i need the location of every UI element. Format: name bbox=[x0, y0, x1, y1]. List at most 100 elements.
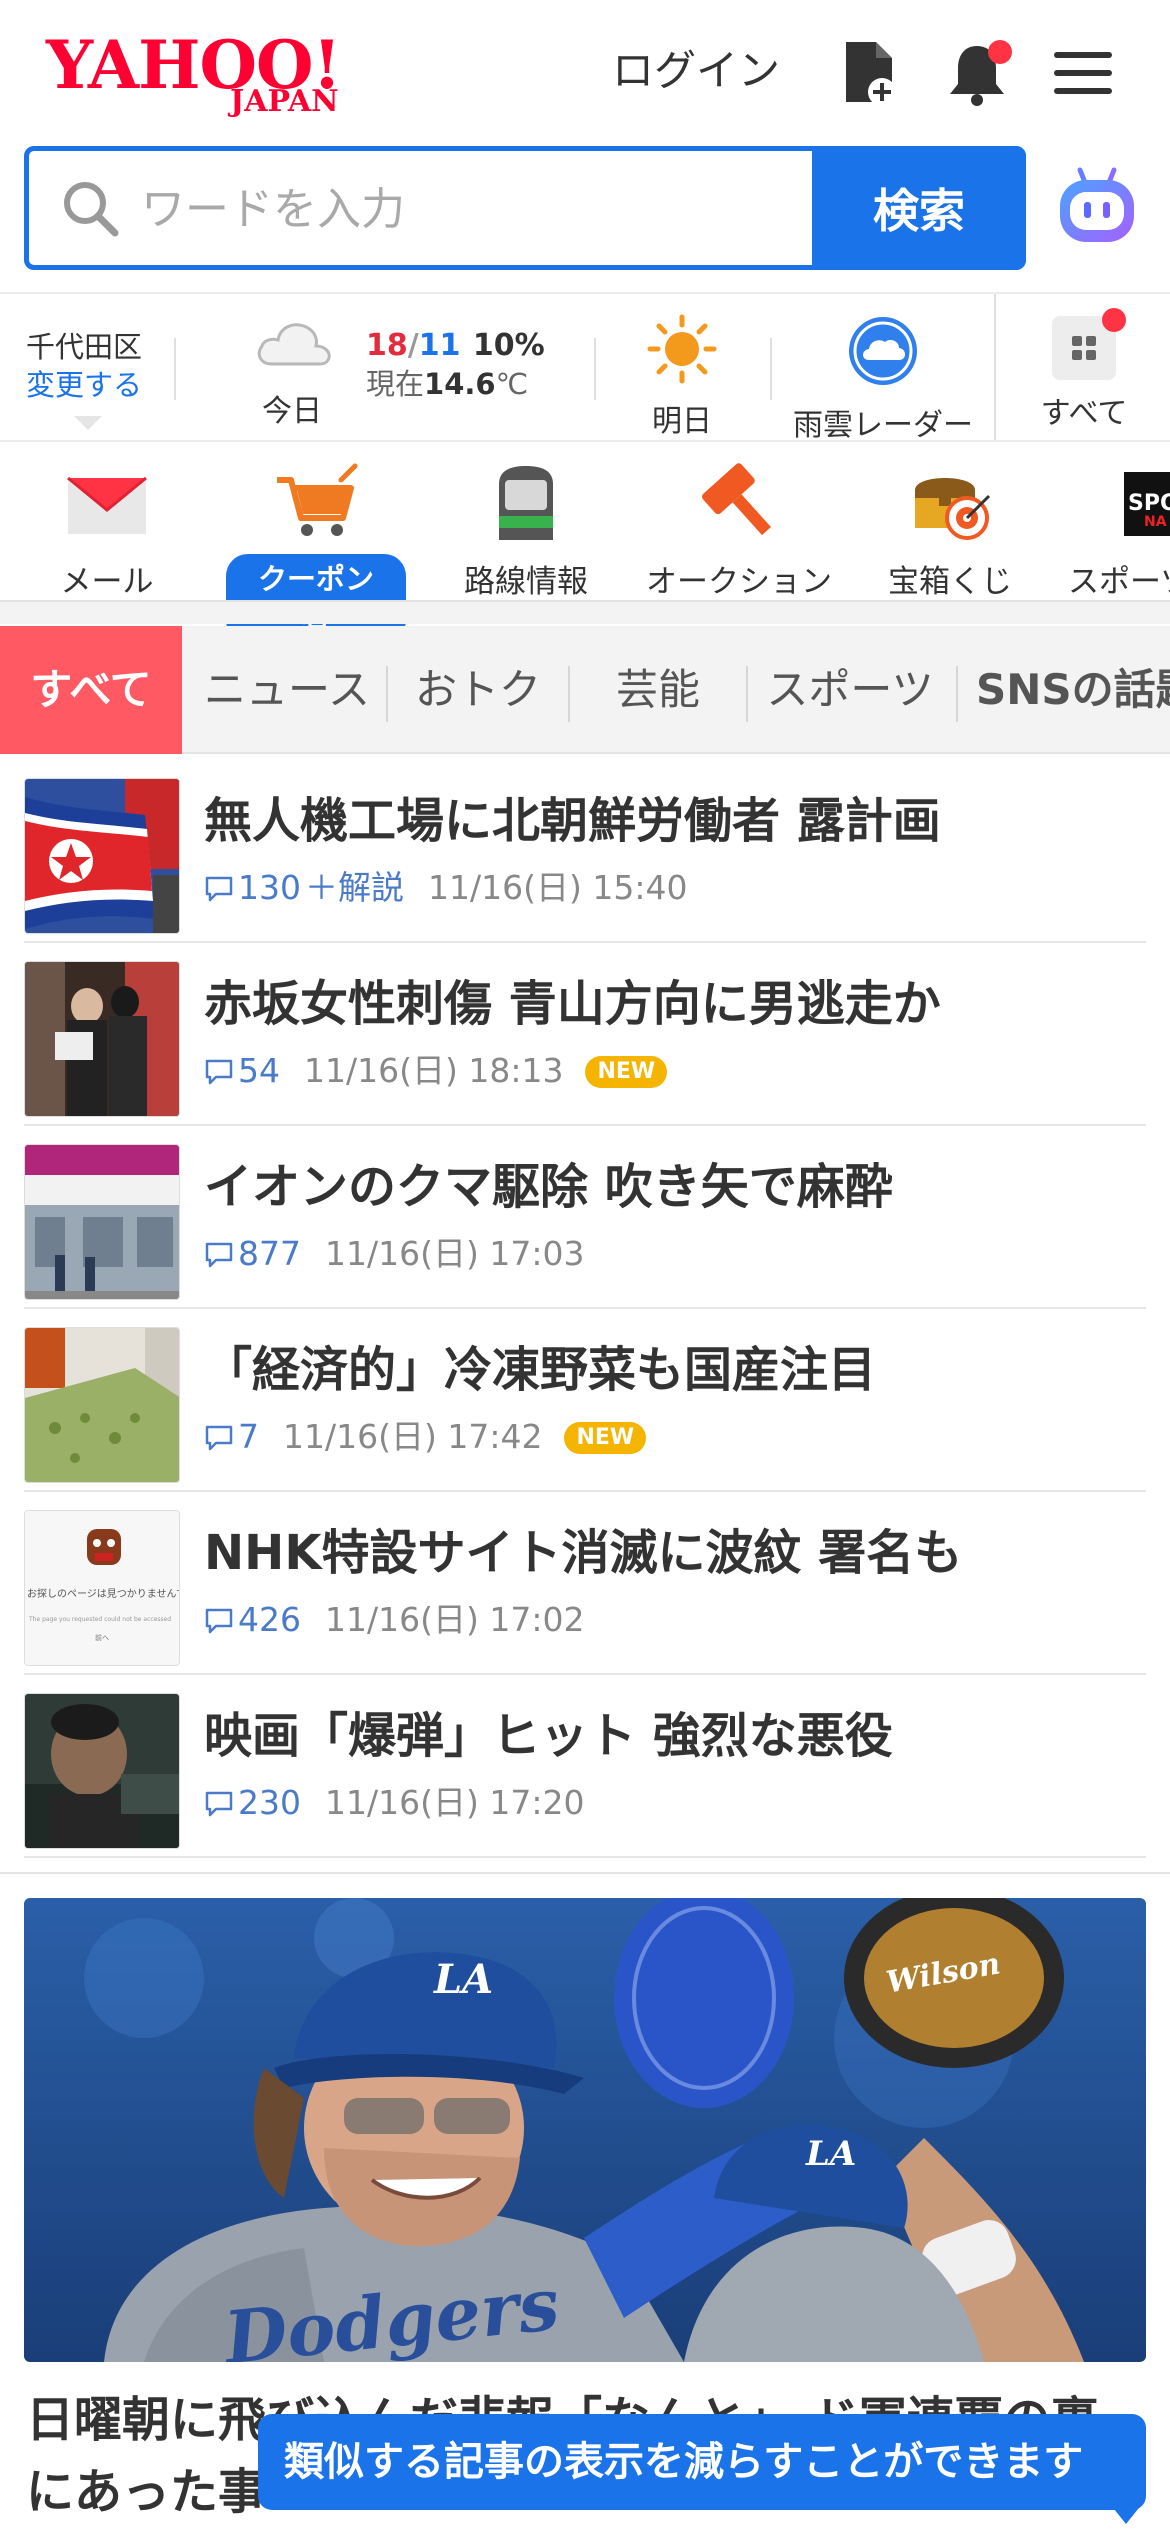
comment-number: 54 bbox=[238, 1051, 280, 1090]
news-item[interactable]: イオンのクマ駆除 吹き矢で麻酔 877 11/16(日) 17:03 bbox=[24, 1126, 1146, 1309]
news-item[interactable]: お探しのページは見つかりませんでした The page you requeste… bbox=[24, 1492, 1146, 1675]
radar-icon bbox=[849, 317, 917, 385]
news-headline: イオンのクマ駆除 吹き矢で麻酔 bbox=[204, 1159, 893, 1215]
search-box: 検索 bbox=[24, 146, 1026, 270]
news-thumbnail bbox=[24, 1693, 180, 1849]
service-label: オークション bbox=[646, 564, 832, 600]
divider bbox=[994, 294, 996, 440]
tab-news[interactable]: ニュース bbox=[192, 626, 382, 754]
comment-count: 877 bbox=[204, 1234, 301, 1273]
search-input[interactable] bbox=[141, 169, 821, 249]
news-thumbnail: お探しのページは見つかりませんでした The page you requeste… bbox=[24, 1510, 180, 1666]
news-headline: 「経済的」冷凍野菜も国産注目 bbox=[204, 1342, 877, 1398]
comment-number: 7 bbox=[238, 1417, 259, 1456]
comment-number: 877 bbox=[238, 1234, 301, 1273]
thumb-error-subtext: The page you requested could not be acce… bbox=[29, 1616, 172, 1623]
search-button[interactable]: 検索 bbox=[812, 146, 1026, 270]
news-meta: 877 11/16(日) 17:03 bbox=[204, 1234, 584, 1274]
news-meta: 426 11/16(日) 17:02 bbox=[204, 1600, 584, 1640]
service-sports[interactable]: SPO NA スポーツ bbox=[1068, 462, 1170, 601]
commentary-link: ＋解説 bbox=[305, 868, 404, 907]
temp-slash: / bbox=[407, 328, 419, 363]
news-headline: 赤坂女性刺傷 青山方向に男逃走か bbox=[204, 976, 941, 1032]
cap-logo: LA bbox=[434, 1956, 494, 2003]
comment-icon bbox=[205, 1425, 233, 1451]
ai-assistant-icon[interactable] bbox=[1054, 164, 1140, 250]
news-headline: NHK特設サイト消滅に波紋 署名も bbox=[204, 1525, 963, 1581]
temperature-range: 18/11 10% bbox=[366, 328, 545, 364]
comment-number: 426 bbox=[238, 1600, 301, 1639]
thumb-error-text: お探しのページは見つかりませんでした bbox=[27, 1589, 179, 1600]
train-icon bbox=[481, 462, 571, 542]
mail-icon bbox=[62, 462, 152, 542]
comment-count: 130 bbox=[204, 868, 301, 907]
news-time: 11/16(日) 15:40 bbox=[428, 868, 688, 907]
comment-count: 230 bbox=[204, 1783, 301, 1822]
login-link[interactable]: ログイン bbox=[612, 46, 780, 96]
all-services[interactable]: すべて bbox=[1030, 308, 1138, 432]
news-time: 11/16(日) 17:20 bbox=[325, 1783, 585, 1822]
news-time: 11/16(日) 17:03 bbox=[325, 1234, 585, 1273]
add-document-icon[interactable] bbox=[836, 38, 902, 108]
current-unit: ℃ bbox=[495, 367, 529, 401]
divider bbox=[594, 338, 596, 400]
news-item[interactable]: 「経済的」冷凍野菜も国産注目 7 11/16(日) 17:42 NEW bbox=[24, 1309, 1146, 1492]
service-label: 路線情報 bbox=[464, 564, 588, 600]
yahoo-japan-logo[interactable]: YAHOO! JAPAN bbox=[46, 32, 364, 118]
today-label: 今日 bbox=[262, 394, 322, 429]
divider bbox=[174, 338, 176, 400]
current-value: 14.6 bbox=[424, 367, 496, 401]
service-label: メール bbox=[60, 564, 154, 600]
service-auction[interactable]: オークション bbox=[644, 462, 834, 601]
second-cap-logo: LA bbox=[806, 2134, 857, 2174]
all-label: すべて bbox=[1040, 396, 1128, 431]
tab-divider bbox=[386, 666, 388, 722]
weather-location[interactable]: 千代田区 変更する bbox=[26, 328, 142, 404]
weather-bar: 千代田区 変更する 今日 18/11 10% 現在14.6℃ 明日 雨雲レーダー… bbox=[0, 292, 1170, 444]
tab-sports[interactable]: スポーツ bbox=[752, 626, 948, 754]
news-item[interactable]: 赤坂女性刺傷 青山方向に男逃走か 54 11/16(日) 18:13 NEW bbox=[24, 943, 1146, 1126]
news-time: 11/16(日) 17:42 bbox=[283, 1417, 543, 1456]
comment-count: 54 bbox=[204, 1051, 280, 1090]
logo-sub-text: JAPAN bbox=[230, 84, 339, 119]
news-thumbnail bbox=[24, 961, 180, 1117]
tomorrow-label: 明日 bbox=[652, 404, 712, 439]
service-mail[interactable]: メール bbox=[44, 462, 170, 601]
service-label: スポーツ bbox=[1068, 564, 1170, 600]
comment-count: 7 bbox=[204, 1417, 259, 1456]
service-treasure[interactable]: 宝箱くじ bbox=[876, 462, 1024, 601]
search-icon bbox=[59, 177, 121, 239]
sun-icon bbox=[647, 314, 717, 384]
comment-number: 230 bbox=[238, 1783, 301, 1822]
rain-radar[interactable]: 雨雲レーダー bbox=[790, 314, 976, 444]
news-time: 11/16(日) 18:13 bbox=[304, 1051, 564, 1090]
precipitation: 10% bbox=[472, 328, 545, 363]
new-badge: NEW bbox=[564, 1422, 647, 1454]
news-meta: 230 11/16(日) 17:20 bbox=[204, 1783, 584, 1823]
category-tabs: すべて ニュース おトク 芸能 スポーツ SNSの話題 bbox=[0, 626, 1170, 754]
news-meta: 7 11/16(日) 17:42 NEW bbox=[204, 1417, 647, 1457]
section-divider bbox=[0, 1872, 1170, 1874]
cloud-icon bbox=[252, 316, 334, 372]
service-shortcuts: メール クーポン有 路線情報 bbox=[0, 444, 1170, 642]
news-headline: 映画「爆弾」ヒット 強烈な悪役 bbox=[204, 1708, 893, 1764]
tab-all[interactable]: すべて bbox=[0, 626, 182, 754]
tooltip-banner[interactable]: 類似する記事の表示を減らすことができます bbox=[258, 2414, 1146, 2510]
service-transit[interactable]: 路線情報 bbox=[456, 462, 596, 601]
news-item[interactable]: 無人機工場に北朝鮮労働者 露計画 130 ＋解説 11/16(日) 15:40 bbox=[24, 760, 1146, 943]
change-location-link[interactable]: 変更する bbox=[26, 366, 142, 404]
hamburger-menu-icon[interactable] bbox=[1050, 38, 1116, 108]
tab-entertainment[interactable]: 芸能 bbox=[570, 626, 746, 754]
notification-bell-icon[interactable] bbox=[944, 38, 1012, 108]
tab-deals[interactable]: おトク bbox=[390, 626, 566, 754]
grid-icon bbox=[1052, 308, 1126, 380]
weather-tomorrow[interactable]: 明日 bbox=[630, 314, 734, 440]
comment-count: 426 bbox=[204, 1600, 301, 1639]
low-temp: 11 bbox=[418, 328, 461, 363]
header: YAHOO! JAPAN ログイン bbox=[0, 0, 1170, 145]
svg-text:SPO: SPO bbox=[1128, 491, 1170, 516]
tab-sns-topics[interactable]: SNSの話題 bbox=[976, 626, 1170, 754]
feature-photo[interactable]: LA LA Dodgers Wilson bbox=[24, 1898, 1146, 2362]
news-item[interactable]: 映画「爆弾」ヒット 強烈な悪役 230 11/16(日) 17:20 bbox=[24, 1675, 1146, 1858]
treasure-box-icon bbox=[905, 462, 995, 542]
